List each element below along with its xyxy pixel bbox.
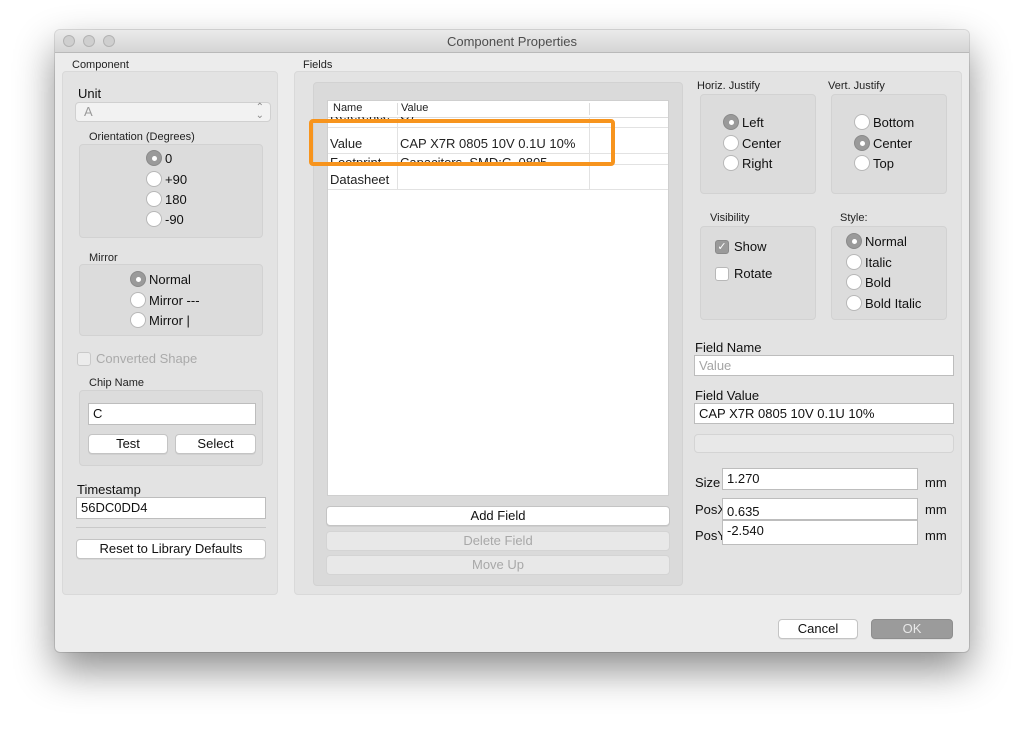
radio-icon [723, 135, 739, 151]
style-group: Normal Italic Bold Bold Italic [831, 226, 947, 320]
style-normal[interactable]: Normal [846, 233, 907, 249]
horiz-justify-group: Left Center Right [700, 94, 816, 194]
mirror-radio-normal[interactable]: Normal [130, 271, 191, 287]
component-section-label: Component [72, 59, 129, 71]
test-button[interactable]: Test [88, 434, 168, 454]
field-value-input[interactable]: CAP X7R 0805 10V 0.1U 10% [694, 403, 954, 424]
radio-selected-icon [130, 271, 146, 287]
orientation-label: Orientation (Degrees) [89, 131, 195, 143]
size-label: Size [695, 475, 721, 490]
select-button[interactable]: Select [175, 434, 256, 454]
radio-icon [130, 292, 146, 308]
visibility-label: Visibility [710, 212, 750, 224]
timestamp-input[interactable]: 56DC0DD4 [76, 497, 266, 519]
field-name-label: Field Name [695, 340, 762, 355]
title-bar: Component Properties [55, 30, 969, 53]
cancel-button[interactable]: Cancel [778, 619, 858, 639]
field-value-label: Field Value [695, 388, 760, 403]
unit-select-value: A [84, 104, 93, 119]
field-name-input[interactable]: Value [694, 355, 954, 376]
mirror-radio-vertical[interactable]: Mirror | [130, 312, 190, 328]
checkmark-icon: ✓ [715, 239, 729, 254]
radio-icon [146, 191, 162, 207]
style-bold[interactable]: Bold [846, 274, 891, 290]
horiz-justify-center[interactable]: Center [723, 135, 781, 151]
move-up-button[interactable]: Move Up [326, 555, 670, 575]
radio-selected-icon [846, 233, 862, 249]
size-input[interactable]: 1.270 [722, 468, 918, 490]
posy-input[interactable]: -2.540 [722, 520, 918, 545]
vert-justify-center[interactable]: Center [854, 135, 912, 151]
field-extra-button[interactable] [694, 434, 954, 453]
orientation-radio-0[interactable]: 0 [146, 150, 172, 166]
vert-justify-label: Vert. Justify [828, 80, 885, 92]
timestamp-label: Timestamp [77, 482, 141, 497]
radio-icon [146, 171, 162, 187]
row-name: Datasheet [330, 172, 390, 187]
table-row[interactable]: Datasheet [328, 171, 668, 190]
radio-icon [854, 155, 870, 171]
posx-unit: mm [925, 502, 947, 517]
column-separator [397, 103, 398, 115]
column-header-value[interactable]: Value [401, 102, 428, 114]
vert-justify-bottom[interactable]: Bottom [854, 114, 914, 130]
component-properties-dialog: Component Properties Component Unit A ⌃ ⌄… [55, 30, 969, 652]
radio-icon [846, 295, 862, 311]
style-bold-italic[interactable]: Bold Italic [846, 295, 921, 311]
ok-button[interactable]: OK [871, 619, 953, 639]
fields-table-header: Name Value [328, 101, 668, 118]
chevron-up-down-icon: ⌃ ⌄ [255, 102, 264, 121]
window-title: Component Properties [446, 34, 578, 49]
orientation-radio-plus90[interactable]: +90 [146, 171, 187, 187]
horiz-justify-right[interactable]: Right [723, 155, 772, 171]
radio-icon [846, 274, 862, 290]
chip-name-label: Chip Name [89, 377, 145, 389]
horiz-justify-label: Horiz. Justify [697, 80, 760, 92]
column-separator [589, 103, 590, 115]
divider [76, 527, 266, 528]
checkbox-icon [77, 351, 91, 366]
unit-label: Unit [78, 86, 102, 101]
chip-name-group: C Test Select [79, 390, 263, 466]
radio-icon [146, 211, 162, 227]
add-field-button[interactable]: Add Field [326, 506, 670, 526]
horiz-justify-left[interactable]: Left [723, 114, 764, 130]
column-header-name[interactable]: Name [333, 102, 362, 114]
style-italic[interactable]: Italic [846, 254, 892, 270]
reset-to-library-defaults-button[interactable]: Reset to Library Defaults [76, 539, 266, 559]
checkbox-icon [715, 266, 729, 281]
size-unit: mm [925, 475, 947, 490]
vert-justify-group: Bottom Center Top [831, 94, 947, 194]
orientation-radio-180[interactable]: 180 [146, 191, 187, 207]
vert-justify-top[interactable]: Top [854, 155, 894, 171]
chip-name-input[interactable]: C [88, 403, 256, 425]
visibility-group: ✓ Show Rotate [700, 226, 816, 320]
mirror-group: Normal Mirror --- Mirror | [79, 264, 263, 336]
posx-input[interactable]: 0.635 [722, 498, 918, 520]
component-panel: Unit A ⌃ ⌄ Orientation (Degrees) 0 +90 18… [62, 71, 278, 595]
posy-unit: mm [925, 528, 947, 543]
delete-field-button[interactable]: Delete Field [326, 531, 670, 551]
radio-selected-icon [854, 135, 870, 151]
rotate-checkbox[interactable]: Rotate [715, 266, 772, 281]
radio-selected-icon [146, 150, 162, 166]
radio-icon [723, 155, 739, 171]
mirror-radio-horizontal[interactable]: Mirror --- [130, 292, 200, 308]
orientation-group: 0 +90 180 -90 [79, 144, 263, 238]
orientation-radio-minus90[interactable]: -90 [146, 211, 184, 227]
radio-icon [846, 254, 862, 270]
radio-icon [130, 312, 146, 328]
mirror-label: Mirror [89, 252, 118, 264]
highlight-annotation [309, 119, 615, 166]
converted-shape-checkbox[interactable]: Converted Shape [77, 351, 197, 366]
fields-section-label: Fields [303, 59, 333, 71]
show-checkbox[interactable]: ✓ Show [715, 239, 767, 254]
radio-icon [854, 114, 870, 130]
style-label: Style: [840, 212, 868, 224]
unit-select[interactable]: A ⌃ ⌄ [75, 102, 271, 122]
radio-selected-icon [723, 114, 739, 130]
